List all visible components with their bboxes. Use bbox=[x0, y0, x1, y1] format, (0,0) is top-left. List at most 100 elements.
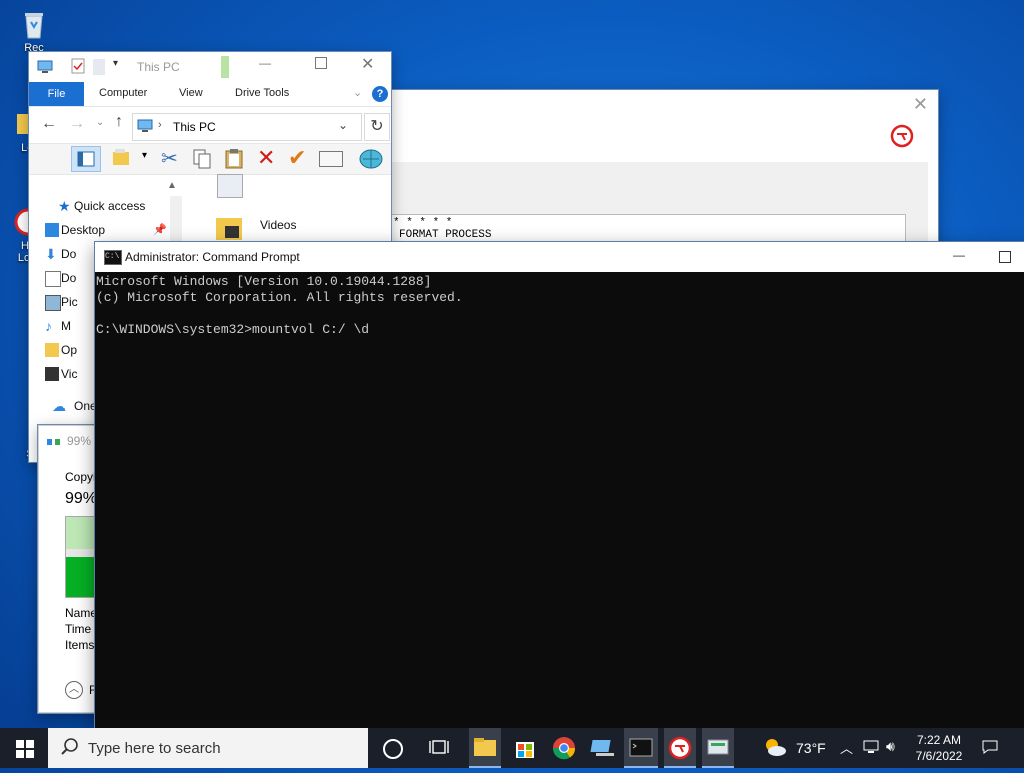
weather-icon[interactable] bbox=[762, 736, 788, 758]
window-title: This PC bbox=[137, 60, 180, 74]
folder-label[interactable]: Videos bbox=[260, 218, 296, 232]
cortana-icon[interactable] bbox=[383, 739, 403, 759]
refresh-icon[interactable]: ↻ bbox=[364, 113, 390, 141]
start-button[interactable] bbox=[16, 740, 34, 758]
time-label: Time bbox=[65, 622, 92, 636]
nav-item-downloads[interactable]: ⬇ Do bbox=[45, 244, 76, 264]
folder-options-icon[interactable] bbox=[111, 148, 133, 168]
help-icon[interactable]: ? bbox=[372, 86, 388, 102]
properties-icon[interactable] bbox=[71, 58, 85, 74]
tab-file[interactable]: File bbox=[29, 82, 84, 106]
task-view-icon[interactable] bbox=[428, 738, 450, 756]
pictures-folder-thumbnail[interactable] bbox=[217, 174, 243, 198]
nav-label: Do bbox=[61, 271, 77, 285]
desktop-icon-recycle-bin[interactable]: Rec bbox=[14, 8, 54, 54]
forward-arrow-icon[interactable]: → bbox=[69, 115, 85, 133]
copy-status: Copyi bbox=[65, 470, 96, 484]
nav-item-pictures[interactable]: Pic bbox=[45, 292, 78, 312]
quick-access-dropdown-icon[interactable]: ▾ bbox=[113, 58, 118, 69]
taskbar-chrome[interactable] bbox=[548, 732, 580, 764]
nav-item-onedrive[interactable]: ☁ One bbox=[52, 396, 97, 416]
tab-view[interactable]: View bbox=[179, 87, 203, 99]
address-dropdown-icon[interactable]: ⌄ bbox=[338, 118, 348, 132]
document-icon bbox=[45, 271, 61, 287]
up-arrow-icon[interactable]: ↑ bbox=[115, 113, 123, 131]
nav-item-documents[interactable]: Do bbox=[45, 268, 77, 288]
cloud-icon: ☁ bbox=[52, 398, 66, 414]
nav-label: Desktop bbox=[61, 223, 106, 237]
nav-label: Pic bbox=[61, 295, 78, 309]
dropdown-icon[interactable]: ▾ bbox=[142, 150, 147, 161]
clock[interactable]: 7:22 AM 7/6/2022 bbox=[913, 732, 965, 764]
search-box[interactable]: Type here to search bbox=[48, 728, 368, 768]
taskbar-file-explorer[interactable] bbox=[469, 728, 501, 768]
copy-window-icon bbox=[707, 739, 729, 755]
computer-icon bbox=[37, 60, 53, 74]
taskbar-app[interactable] bbox=[588, 732, 620, 764]
rename-icon[interactable] bbox=[319, 151, 343, 167]
command-prompt-window[interactable]: C:\ Administrator: Command Prompt — Micr… bbox=[95, 242, 1024, 728]
network-icon[interactable] bbox=[863, 740, 879, 754]
maximize-icon[interactable] bbox=[999, 251, 1011, 263]
drive-tools-highlight bbox=[221, 56, 229, 78]
minimize-icon[interactable]: — bbox=[259, 56, 271, 70]
address-bar[interactable]: › This PC ⌄ bbox=[132, 113, 362, 141]
nav-item-music[interactable]: ♪ M bbox=[45, 316, 71, 336]
console-line: Microsoft Windows [Version 10.0.19044.12… bbox=[96, 274, 432, 289]
chrome-icon bbox=[552, 737, 576, 760]
ribbon-tabs: File Computer View Drive Tools ⌄ ? bbox=[29, 82, 391, 106]
folder-icon bbox=[474, 738, 496, 756]
cmd-icon bbox=[629, 738, 653, 757]
chevron-up-icon[interactable]: ︿ bbox=[840, 738, 853, 757]
taskbar: Type here to search 73°F ︿ 🔊︎ 7:22 AM 7/… bbox=[0, 728, 1024, 768]
copy-icon bbox=[47, 436, 61, 446]
delete-icon[interactable]: ✕ bbox=[257, 145, 275, 171]
cut-icon[interactable]: ✂ bbox=[161, 146, 178, 171]
maximize-icon[interactable] bbox=[315, 57, 327, 69]
tab-drive-tools[interactable]: Drive Tools bbox=[235, 87, 289, 99]
nav-item-desktop[interactable]: Desktop 📌 bbox=[45, 220, 167, 240]
app-logo-icon bbox=[668, 736, 692, 760]
taskbar-copy-progress[interactable] bbox=[702, 728, 734, 768]
taskbar-format-tool[interactable] bbox=[664, 728, 696, 768]
videos-folder-icon[interactable] bbox=[215, 214, 245, 242]
nav-item-quick-access[interactable]: ★ Quick access bbox=[58, 196, 145, 216]
film-icon bbox=[45, 367, 59, 381]
recent-dropdown-icon[interactable]: ⌄ bbox=[96, 117, 104, 128]
volume-icon[interactable]: 🔊︎ bbox=[886, 738, 895, 755]
nav-label: Vic bbox=[61, 367, 78, 381]
console-output[interactable]: Microsoft Windows [Version 10.0.19044.12… bbox=[95, 272, 1024, 338]
weather-temp[interactable]: 73°F bbox=[796, 740, 826, 756]
shell-icon[interactable] bbox=[359, 147, 383, 169]
navigation-bar: ← → ⌄ ↑ › This PC ⌄ ↻ bbox=[29, 106, 391, 143]
copy-percent: 99% bbox=[65, 490, 98, 507]
nav-label: Op bbox=[61, 343, 78, 357]
copy-progress-window[interactable]: 99% c Copyi 99% Name Time Items ︿ F bbox=[38, 425, 103, 713]
nav-item-videos[interactable]: Vic bbox=[45, 364, 78, 384]
new-folder-icon[interactable] bbox=[93, 59, 105, 75]
close-icon[interactable]: ✕ bbox=[913, 94, 928, 115]
tab-computer[interactable]: Computer bbox=[99, 87, 147, 99]
nav-item-folder[interactable]: Op bbox=[45, 340, 78, 360]
music-icon: ♪ bbox=[45, 318, 52, 334]
back-arrow-icon[interactable]: ← bbox=[41, 115, 57, 133]
minimize-icon[interactable]: — bbox=[953, 248, 965, 262]
notifications-icon[interactable] bbox=[982, 740, 998, 754]
title-bar: ▾ This PC — ✕ bbox=[29, 52, 391, 82]
windows-logo-icon bbox=[16, 740, 34, 758]
close-icon[interactable]: ✕ bbox=[361, 54, 374, 74]
chevron-down-icon[interactable]: ⌄ bbox=[353, 86, 362, 99]
chevron-up-icon[interactable]: ︿ bbox=[65, 681, 83, 699]
paste-icon[interactable] bbox=[224, 147, 244, 169]
copy-icon[interactable] bbox=[192, 148, 212, 170]
download-icon: ⬇ bbox=[45, 246, 57, 262]
taskbar-store[interactable] bbox=[509, 732, 541, 764]
format-dialog-window[interactable]: ✕ * * * * * FORMAT PROCESS bbox=[388, 90, 938, 256]
pin-icon[interactable]: 📌 bbox=[153, 220, 167, 240]
checkmark-icon[interactable]: ✔ bbox=[288, 145, 306, 171]
recycle-bin-icon bbox=[18, 8, 50, 40]
navigation-pane-icon[interactable] bbox=[71, 146, 101, 172]
taskbar-command-prompt[interactable] bbox=[624, 728, 658, 768]
scroll-up-icon[interactable]: ▲ bbox=[167, 180, 177, 191]
